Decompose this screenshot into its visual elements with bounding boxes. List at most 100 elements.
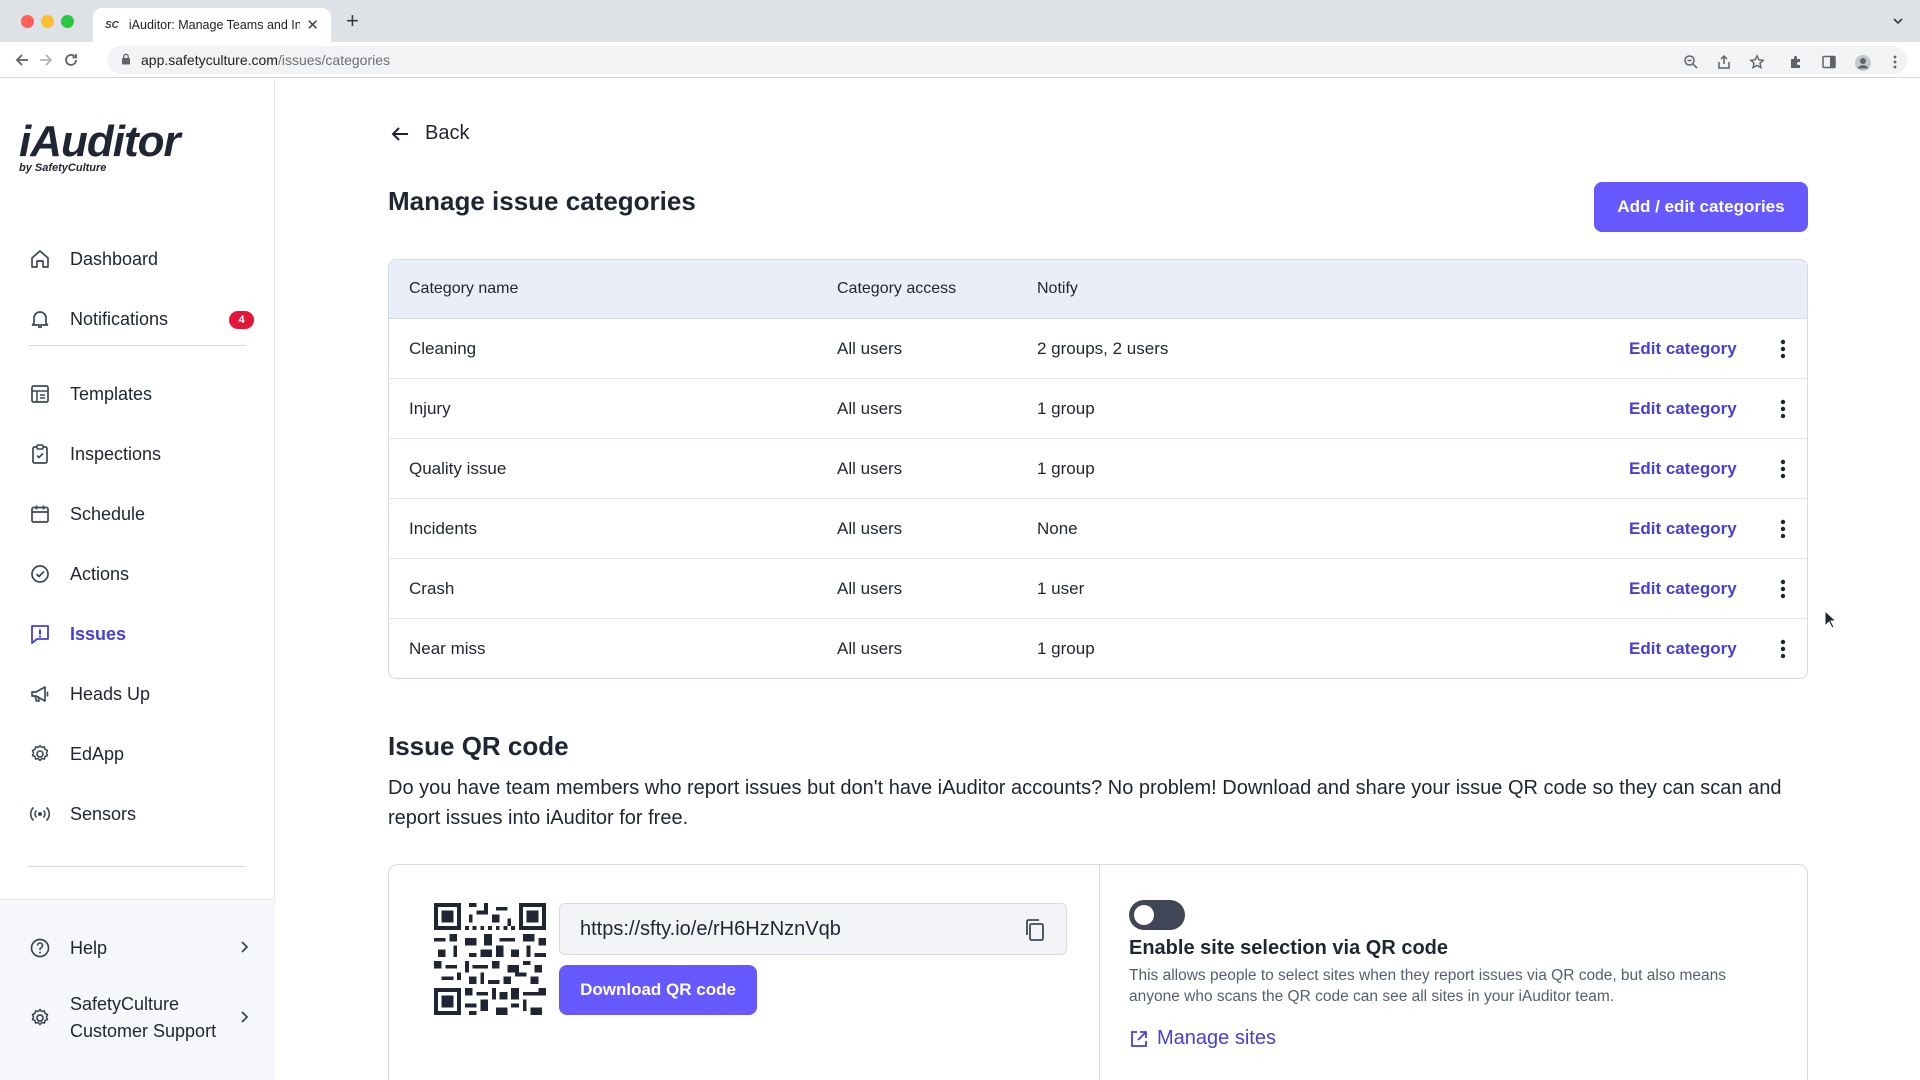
sidebar-item-templates[interactable]: Templates	[0, 369, 275, 419]
sidebar-item-sensors[interactable]: Sensors	[0, 789, 275, 839]
add-edit-categories-button[interactable]: Add / edit categories	[1594, 182, 1808, 232]
side-panel-icon[interactable]	[1821, 54, 1841, 74]
category-access: All users	[837, 338, 903, 358]
mouse-cursor-icon	[1824, 610, 1838, 629]
share-icon[interactable]	[1716, 54, 1736, 74]
sidebar-divider	[28, 345, 246, 346]
category-notify: 1 group	[1037, 398, 1095, 418]
qr-card: https://sfty.io/e/rH6HzNznVqb Download Q…	[388, 864, 1808, 1080]
category-access: All users	[837, 458, 903, 478]
back-label: Back	[425, 122, 470, 144]
settings-gear-icon	[28, 1006, 52, 1030]
home-icon	[28, 247, 52, 271]
tab-list-chevron-icon[interactable]	[1892, 14, 1904, 32]
category-access: All users	[837, 398, 903, 418]
url-path: /issues/categories	[277, 52, 391, 68]
organization-name: SafetyCulture	[70, 994, 180, 1014]
qr-code-image	[434, 903, 546, 1015]
sidebar-item-issues[interactable]: Issues	[0, 609, 275, 659]
edit-category-link[interactable]: Edit category	[1629, 579, 1737, 599]
sidebar-item-label: EdApp	[70, 743, 125, 764]
lock-icon	[121, 52, 131, 68]
sidebar-item-heads-up[interactable]: Heads Up	[0, 669, 275, 719]
sidebar-item-organization[interactable]: SafetyCulture Customer Support	[0, 988, 275, 1048]
card-divider	[1099, 865, 1100, 1080]
sidebar-item-dashboard[interactable]: Dashboard	[0, 234, 275, 284]
brand-logo[interactable]: iAuditor by SafetyCulture	[19, 120, 181, 175]
copy-icon[interactable]	[1024, 918, 1046, 948]
back-link[interactable]: Back	[389, 122, 469, 145]
table-header: Category name Category access Notify	[389, 260, 1807, 319]
table-row: Incidents All users None Edit category	[389, 499, 1807, 559]
close-window-button[interactable]	[21, 15, 34, 28]
help-icon	[28, 936, 52, 960]
table-row: Near miss All users 1 group Edit categor…	[389, 619, 1807, 678]
sidebar-item-label: Heads Up	[70, 683, 151, 704]
browser-tab[interactable]: SC iAuditor: Manage Teams and In ✕	[93, 8, 331, 42]
organization-sub: Customer Support	[70, 1021, 217, 1041]
sidebar-divider	[28, 866, 246, 867]
maximize-window-button[interactable]	[61, 15, 74, 28]
sidebar-item-help[interactable]: Help	[0, 923, 275, 973]
qr-url-field[interactable]: https://sfty.io/e/rH6HzNznVqb	[559, 903, 1067, 955]
category-access: All users	[837, 518, 903, 538]
sidebar-item-edapp[interactable]: EdApp	[0, 729, 275, 779]
site-selection-toggle[interactable]	[1129, 900, 1185, 930]
sidebar-item-schedule[interactable]: Schedule	[0, 489, 275, 539]
sidebar-item-notifications[interactable]: Notifications 4	[0, 294, 275, 344]
sidebar-item-actions[interactable]: Actions	[0, 549, 275, 599]
manage-sites-link[interactable]: Manage sites	[1129, 1027, 1276, 1050]
zoom-icon[interactable]	[1683, 54, 1703, 74]
download-qr-code-button[interactable]: Download QR code	[559, 965, 757, 1015]
reload-icon[interactable]	[62, 51, 80, 74]
edit-category-link[interactable]: Edit category	[1629, 399, 1737, 419]
sidebar-item-label: Sensors	[70, 803, 137, 824]
minimize-window-button[interactable]	[41, 15, 54, 28]
edit-category-link[interactable]: Edit category	[1629, 339, 1737, 359]
more-options-icon[interactable]	[1773, 397, 1793, 421]
tab-close-icon[interactable]: ✕	[306, 16, 319, 34]
more-options-icon[interactable]	[1773, 457, 1793, 481]
category-name: Cleaning	[409, 338, 477, 358]
sidebar-item-label: Actions	[70, 563, 130, 584]
browser-menu-icon[interactable]	[1887, 54, 1907, 74]
manage-sites-label: Manage sites	[1157, 1027, 1276, 1049]
edit-category-link[interactable]: Edit category	[1629, 519, 1737, 539]
category-notify: 1 user	[1037, 578, 1085, 598]
category-notify: None	[1037, 518, 1078, 538]
more-options-icon[interactable]	[1773, 577, 1793, 601]
more-options-icon[interactable]	[1773, 337, 1793, 361]
qr-section-title: Issue QR code	[388, 731, 569, 761]
category-name: Incidents	[409, 518, 478, 538]
profile-avatar-icon[interactable]	[1854, 54, 1874, 74]
table-row: Quality issue All users 1 group Edit cat…	[389, 439, 1807, 499]
sidebar-item-label: Issues	[70, 623, 127, 644]
column-header-category-name: Category name	[409, 280, 519, 297]
bookmark-star-icon[interactable]	[1749, 54, 1769, 74]
more-options-icon[interactable]	[1773, 637, 1793, 661]
toggle-knob	[1134, 905, 1154, 925]
site-selection-description: This allows people to select sites when …	[1129, 967, 1727, 1005]
url-field[interactable]: app.safetyculture.com/issues/categories	[107, 46, 1907, 74]
favicon-icon: SC	[105, 19, 119, 31]
more-options-icon[interactable]	[1773, 517, 1793, 541]
sidebar-item-label: Notifications	[70, 308, 169, 329]
sidebar-item-label: Dashboard	[70, 248, 159, 269]
megaphone-icon	[28, 682, 52, 706]
sidebar-footer: Help SafetyCulture Customer Support	[0, 899, 275, 1080]
back-arrow-icon[interactable]	[13, 51, 31, 74]
edit-category-link[interactable]: Edit category	[1629, 459, 1737, 479]
forward-arrow-icon[interactable]	[37, 51, 55, 74]
sidebar-item-inspections[interactable]: Inspections	[0, 429, 275, 479]
main-content: Back Manage issue categories Add / edit …	[276, 79, 1920, 1080]
new-tab-icon[interactable]: +	[346, 10, 359, 32]
template-icon	[28, 382, 52, 406]
extensions-icon[interactable]	[1788, 54, 1808, 74]
address-bar: app.safetyculture.com/issues/categories	[0, 42, 1920, 78]
edit-category-link[interactable]: Edit category	[1629, 639, 1737, 659]
sidebar-item-label: Schedule	[70, 503, 146, 524]
page-title: Manage issue categories	[388, 186, 696, 216]
check-circle-icon	[28, 562, 52, 586]
column-header-category-access: Category access	[837, 280, 957, 297]
sidebar-item-label: Templates	[70, 383, 153, 404]
